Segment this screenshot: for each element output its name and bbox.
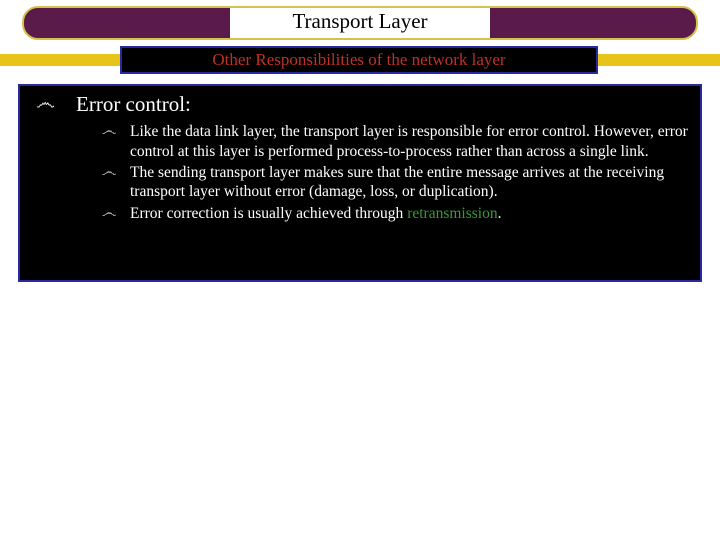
point-3: Error correction is usually achieved thr… <box>130 204 688 223</box>
point-1: Like the data link layer, the transport … <box>130 122 688 161</box>
heading-text: Error control: <box>76 92 191 116</box>
slide-title: Transport Layer <box>0 9 720 34</box>
list-item: ෴ The sending transport layer makes sure… <box>32 163 688 202</box>
curl-icon: ෴ <box>102 204 130 223</box>
point-1-pre: Like the data link layer, the transport … <box>130 123 688 159</box>
point-2-pre: The sending transport layer makes sure t… <box>130 164 664 200</box>
point-3-kw: retransmission <box>407 205 497 222</box>
subtitle-text: Other Responsibilities of the network la… <box>212 50 505 70</box>
subtitle-box: Other Responsibilities of the network la… <box>120 46 598 74</box>
curl-icon: ෴ <box>102 163 130 182</box>
heading-row: ෴ Error control: <box>32 92 688 116</box>
curl-icon: ෴ <box>32 92 76 114</box>
point-3-post: . <box>498 205 502 222</box>
slide: Transport Layer Other Responsibilities o… <box>0 0 720 540</box>
point-3-pre: Error correction is usually achieved thr… <box>130 205 407 222</box>
curl-icon: ෴ <box>102 122 130 141</box>
list-item: ෴ Error correction is usually achieved t… <box>32 204 688 223</box>
list-item: ෴ Like the data link layer, the transpor… <box>32 122 688 161</box>
content-box: ෴ Error control: ෴ Like the data link la… <box>18 84 702 282</box>
point-2: The sending transport layer makes sure t… <box>130 163 688 202</box>
